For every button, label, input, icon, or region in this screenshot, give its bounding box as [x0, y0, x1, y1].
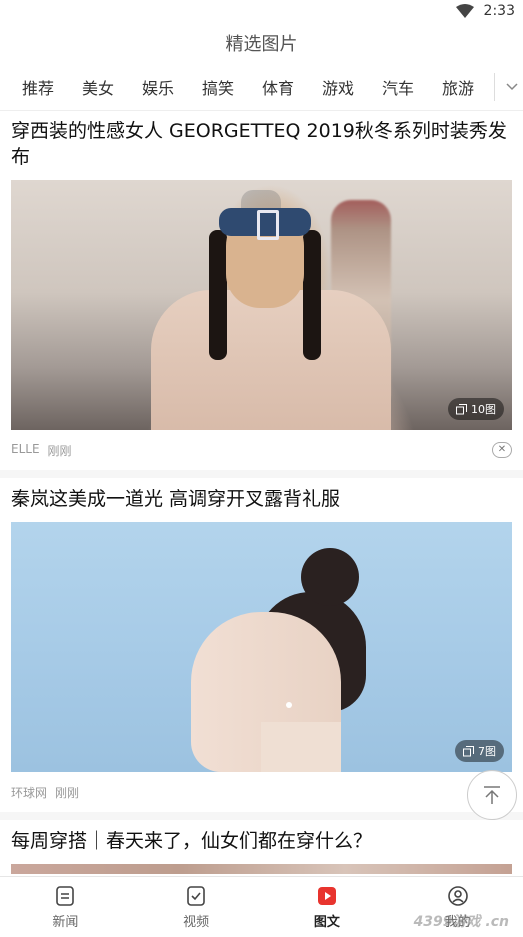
card-time: 刚刚 [55, 785, 80, 800]
status-time: 2:33 [483, 3, 515, 19]
tab-games[interactable]: 游戏 [308, 75, 368, 99]
watermark: 4399游戏 .cn [413, 914, 509, 930]
nav-photo-article[interactable]: 图文 [262, 877, 393, 937]
image-count-badge: 10图 [448, 398, 504, 420]
divider [0, 470, 523, 478]
gallery-icon [463, 745, 474, 756]
nav-news[interactable]: 新闻 [0, 877, 131, 937]
gallery-icon [456, 403, 467, 414]
tab-cars[interactable]: 汽车 [368, 75, 428, 99]
feed-card[interactable]: 秦岚这美成一道光 高调穿开叉露背礼服 7图 环球网 刚刚 [0, 478, 523, 820]
card-image[interactable]: 7图 [11, 522, 512, 772]
profile-icon [447, 885, 468, 906]
nav-video[interactable]: 视频 [131, 877, 262, 937]
arrow-up-icon [484, 786, 500, 804]
tab-recommend[interactable]: 推荐 [8, 75, 68, 99]
card-image[interactable] [11, 864, 512, 874]
tab-sports[interactable]: 体育 [248, 75, 308, 99]
tab-funny[interactable]: 搞笑 [188, 75, 248, 99]
card-source: 环球网 [11, 785, 48, 800]
tab-beauty[interactable]: 美女 [68, 75, 128, 99]
page-title: 精选图片 [225, 34, 298, 55]
card-meta: ELLE 刚刚 ✕ [11, 430, 512, 470]
card-meta: 环球网 刚刚 [11, 772, 512, 812]
photo-article-icon [317, 886, 336, 905]
chevron-down-icon[interactable] [505, 80, 519, 94]
video-icon [187, 885, 205, 906]
card-title[interactable]: 穿西装的性感女人 GEORGETTEQ 2019秋冬系列时装秀发布 [11, 110, 512, 180]
feed-card[interactable]: 每周穿搭｜春天来了，仙女们都在穿什么？ [0, 820, 523, 874]
status-bar: 2:33 [0, 0, 523, 22]
card-title[interactable]: 每周穿搭｜春天来了，仙女们都在穿什么？ [11, 820, 512, 864]
scroll-top-button[interactable] [467, 770, 517, 820]
category-tabs: 推荐 美女 娱乐 搞笑 体育 游戏 汽车 旅游 [0, 64, 523, 111]
card-image[interactable]: 10图 [11, 180, 512, 430]
tab-entertainment[interactable]: 娱乐 [128, 75, 188, 99]
feed-card[interactable]: 穿西装的性感女人 GEORGETTEQ 2019秋冬系列时装秀发布 10图 EL… [0, 110, 523, 478]
divider [0, 812, 523, 820]
card-title[interactable]: 秦岚这美成一道光 高调穿开叉露背礼服 [11, 478, 512, 522]
tab-divider [494, 73, 495, 101]
wifi-icon [455, 4, 474, 18]
feed[interactable]: 穿西装的性感女人 GEORGETTEQ 2019秋冬系列时装秀发布 10图 EL… [0, 110, 523, 877]
close-icon[interactable]: ✕ [492, 442, 512, 458]
tab-travel[interactable]: 旅游 [428, 75, 488, 99]
image-count-badge: 7图 [455, 740, 504, 762]
card-source: ELLE [11, 441, 40, 456]
news-icon [56, 885, 75, 906]
card-time: 刚刚 [47, 443, 72, 458]
